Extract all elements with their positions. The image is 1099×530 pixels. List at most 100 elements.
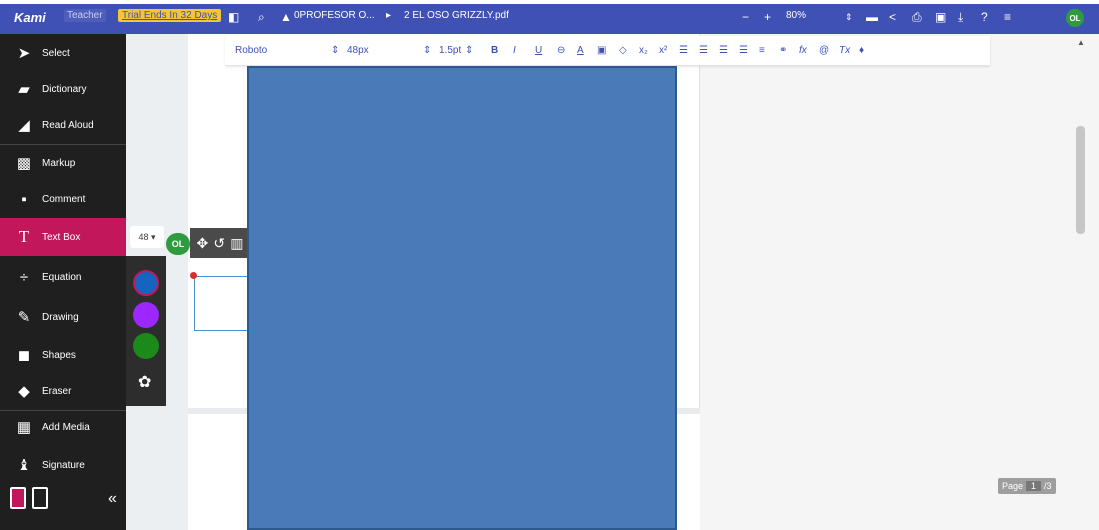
tool-label: Markup [42,157,76,169]
top-edge [0,0,1099,4]
tool-comment[interactable]: ▪ Comment [0,180,126,218]
textbox-mini-toolbar: ✥ ↺ ▥ [190,228,250,258]
collapse-sidebar-icon[interactable]: « [108,490,117,508]
clear-format-icon[interactable]: Tx [839,45,850,57]
page-indicator: Page 1 /3 [998,478,1056,494]
tool-equation[interactable]: ÷ Equation [0,258,126,296]
page-number-input[interactable]: 1 [1026,481,1042,491]
book-icon: ▰ [18,81,30,98]
tool-eraser[interactable]: ◆ Eraser [0,372,126,410]
page-total: /3 [1044,481,1052,491]
special-chars-icon[interactable]: @ [819,45,829,57]
sidebar-toggle-icon[interactable]: ◧ [228,10,239,24]
shapes-icon: ◼ [17,347,31,364]
font-family-select[interactable]: Roboto [235,45,267,57]
top-toolbar: Kami Teacher Trial Ends In 32 Days ◧ ⌕ ▲… [0,0,1099,34]
breadcrumb-folder[interactable]: 0PROFESOR O... [294,10,375,21]
drive-icon[interactable]: ▲ [280,10,292,24]
bullet-list-icon[interactable]: ☰ [679,45,688,57]
double-page-view-button[interactable] [32,487,48,509]
tool-label: Eraser [42,385,72,397]
left-tool-sidebar: ➤ Select ▰ Dictionary ◢ Read Aloud ▩ Mar… [0,34,126,530]
resize-handle[interactable] [190,272,197,279]
save-icon[interactable]: ▣ [935,10,946,24]
align-icon[interactable]: ≡ [759,45,765,57]
tool-label: Dictionary [42,83,87,95]
text-box-annotation[interactable] [194,276,254,331]
font-size-dropdown[interactable]: 48 ▾ [130,226,164,248]
overlay-rectangle [247,66,677,530]
indent-increase-icon[interactable]: ☰ [739,45,748,57]
font-select-arrow-icon[interactable]: ⇕ [331,45,339,57]
tool-shapes[interactable]: ◼ Shapes [0,336,126,374]
color-swatch-blue[interactable] [133,270,159,296]
markup-icon: ▩ [16,155,32,172]
zoom-out-button[interactable]: − [742,10,749,24]
scrollbar-thumb[interactable] [1076,126,1085,234]
numbered-list-icon[interactable]: ☰ [699,45,708,57]
trash-icon[interactable]: ▥ [230,235,243,252]
tool-signature[interactable]: ♝ Signature [0,446,126,484]
print-icon[interactable]: ⎙ [912,10,922,24]
text-highlight-icon[interactable]: ▣ [597,45,606,57]
help-icon[interactable]: ? [981,10,988,24]
tool-label: Equation [42,271,82,283]
color-swatch-purple[interactable] [133,302,159,328]
move-icon[interactable]: ✥ [197,235,209,252]
speaker-icon: ◢ [18,117,30,134]
zoom-level[interactable]: 80% [786,10,806,21]
color-palette: ✿ [126,256,166,406]
single-page-view-button[interactable] [10,487,26,509]
author-chip: OL [166,233,190,255]
strikethrough-icon[interactable]: ⊖ [557,45,565,57]
font-size-select[interactable]: 48px [347,45,369,57]
spacing-select-arrow-icon[interactable]: ⇕ [465,45,473,57]
text-format-toolbar: Roboto ⇕ 48px ⇕ 1.5pt ⇕ B I U ⊖ A ▣ ◇ x₂… [225,36,990,66]
link-icon[interactable]: ⚭ [779,45,787,57]
bold-icon[interactable]: B [491,45,498,57]
scroll-up-icon[interactable]: ▲ [1077,38,1085,47]
scrollbar-track[interactable] [1072,34,1088,530]
tool-label: Drawing [42,311,79,323]
pen-nib-icon: ♝ [17,457,31,474]
superscript-icon[interactable]: x² [659,45,667,57]
comment-icon: ▪ [21,190,27,208]
file-name[interactable]: 2 EL OSO GRIZZLY.pdf [404,10,509,21]
tool-label: Comment [42,193,86,205]
folder-icon[interactable]: ▬ [866,10,878,24]
tool-text-box[interactable]: T Text Box [0,218,126,256]
divide-icon: ÷ [19,268,29,286]
text-color-icon[interactable]: A [577,45,584,57]
search-icon[interactable]: ⌕ [258,10,265,24]
tool-drawing[interactable]: ✎ Drawing [0,298,126,336]
italic-icon[interactable]: I [513,45,516,57]
palette-icon[interactable]: ✿ [138,372,151,392]
microphone-icon[interactable]: ♦ [859,45,864,57]
tool-markup[interactable]: ▩ Markup [0,144,126,182]
tool-add-media[interactable]: ▦ Add Media [0,408,126,446]
tool-select[interactable]: ➤ Select [0,34,126,72]
workspace-background [700,34,1099,530]
zoom-in-button[interactable]: + [764,10,771,24]
tool-read-aloud[interactable]: ◢ Read Aloud [0,106,126,144]
trial-badge[interactable]: Trial Ends In 32 Days [118,9,222,22]
tool-label: Signature [42,459,85,471]
subscript-icon[interactable]: x₂ [639,45,648,57]
rotate-icon[interactable]: ↺ [213,235,225,252]
fill-color-icon[interactable]: ◇ [619,45,627,57]
zoom-dropdown-icon[interactable]: ⇕ [845,10,853,24]
color-swatch-green[interactable] [133,333,159,359]
line-spacing-select[interactable]: 1.5pt [439,45,461,57]
menu-icon[interactable]: ≡ [1004,10,1011,24]
tool-label: Shapes [42,349,76,361]
tool-dictionary[interactable]: ▰ Dictionary [0,70,126,108]
size-select-arrow-icon[interactable]: ⇕ [423,45,431,57]
kami-logo[interactable]: Kami [14,10,46,25]
user-avatar[interactable]: OL [1066,9,1084,27]
download-icon[interactable]: ⤓ [958,10,963,24]
tool-label: Add Media [42,421,90,433]
underline-icon[interactable]: U [535,45,542,57]
indent-decrease-icon[interactable]: ☰ [719,45,728,57]
formula-icon[interactable]: fx [799,45,807,57]
share-icon[interactable]: < [889,10,896,24]
